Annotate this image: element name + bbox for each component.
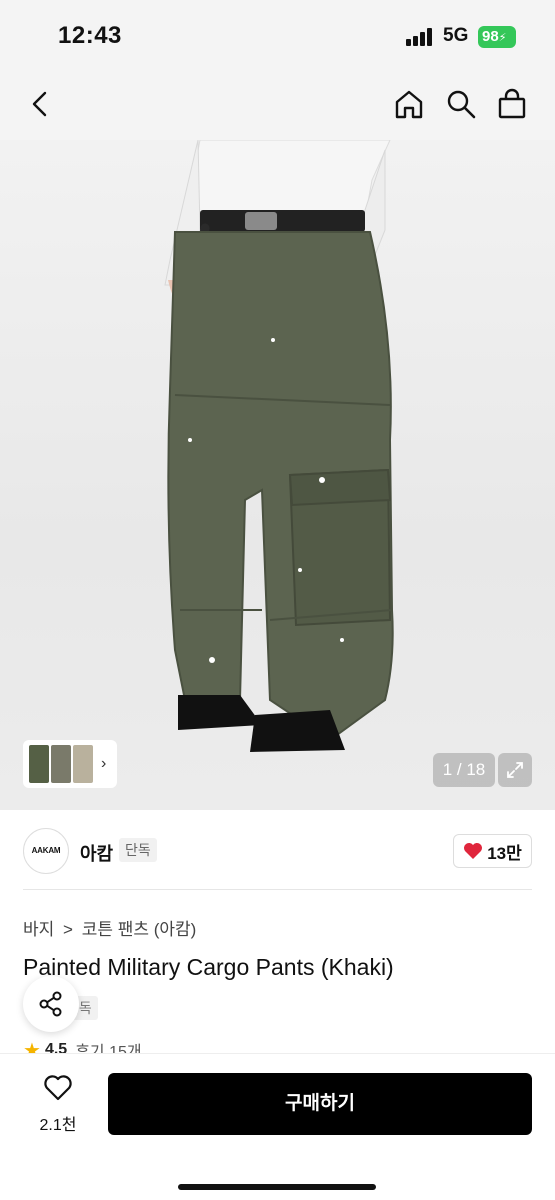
thumbnail[interactable] [29, 745, 49, 783]
product-title: Painted Military Cargo Pants (Khaki) [23, 954, 394, 980]
nav-bar [0, 72, 555, 140]
battery-level: 98 [482, 28, 499, 45]
image-counter: 1 / 18 [433, 753, 495, 787]
thumbnail[interactable] [51, 745, 71, 783]
shopping-bag-icon [498, 88, 526, 119]
brand-like-button[interactable]: 13만 [453, 834, 532, 868]
home-indicator [178, 1184, 376, 1190]
brand-logo[interactable]: AAKAM [23, 828, 69, 874]
bottom-action-bar: 2.1천 구매하기 [0, 1053, 555, 1200]
thumbnail-strip[interactable]: › [23, 740, 117, 788]
thumbnail[interactable] [73, 745, 93, 783]
share-button[interactable] [23, 976, 79, 1032]
buy-button[interactable]: 구매하기 [108, 1073, 532, 1135]
expand-icon [507, 762, 523, 778]
back-button[interactable] [22, 86, 58, 122]
divider [23, 889, 532, 890]
chevron-left-icon [32, 91, 47, 117]
brand-like-count: 13만 [487, 843, 522, 863]
brand-row: AAKAM 아캄 단독 13만 [0, 810, 555, 890]
breadcrumb-subcategory[interactable]: 코튼 팬츠 (아캄) [82, 920, 197, 939]
brand-exclusive-badge: 단독 [119, 838, 157, 862]
status-time: 12:43 [58, 22, 122, 49]
status-bar: 12:43 5G 98⚡ [0, 0, 555, 72]
product-image-gallery[interactable]: › 1 / 18 [0, 140, 555, 810]
battery-indicator: 98⚡ [478, 26, 516, 48]
home-icon [395, 90, 423, 119]
heart-outline-icon [44, 1075, 72, 1101]
breadcrumb: 바지 > 코튼 팬츠 (아캄) [23, 915, 196, 940]
heart-filled-icon [464, 843, 483, 859]
breadcrumb-separator: > [63, 920, 73, 939]
network-type: 5G [443, 25, 469, 46]
breadcrumb-category[interactable]: 바지 [23, 920, 54, 939]
cart-button[interactable] [494, 86, 530, 122]
home-button[interactable] [391, 86, 427, 122]
wishlist-count: 2.1천 [39, 1117, 77, 1134]
search-button[interactable] [443, 86, 479, 122]
share-icon [39, 991, 62, 1017]
expand-button[interactable] [498, 753, 532, 787]
search-icon [447, 90, 476, 119]
signal-icon [406, 28, 436, 46]
chevron-right-icon[interactable]: › [101, 755, 106, 773]
product-photo [164, 140, 394, 752]
wishlist-button[interactable]: 2.1천 [30, 1074, 86, 1135]
brand-name[interactable]: 아캄 [80, 840, 113, 866]
